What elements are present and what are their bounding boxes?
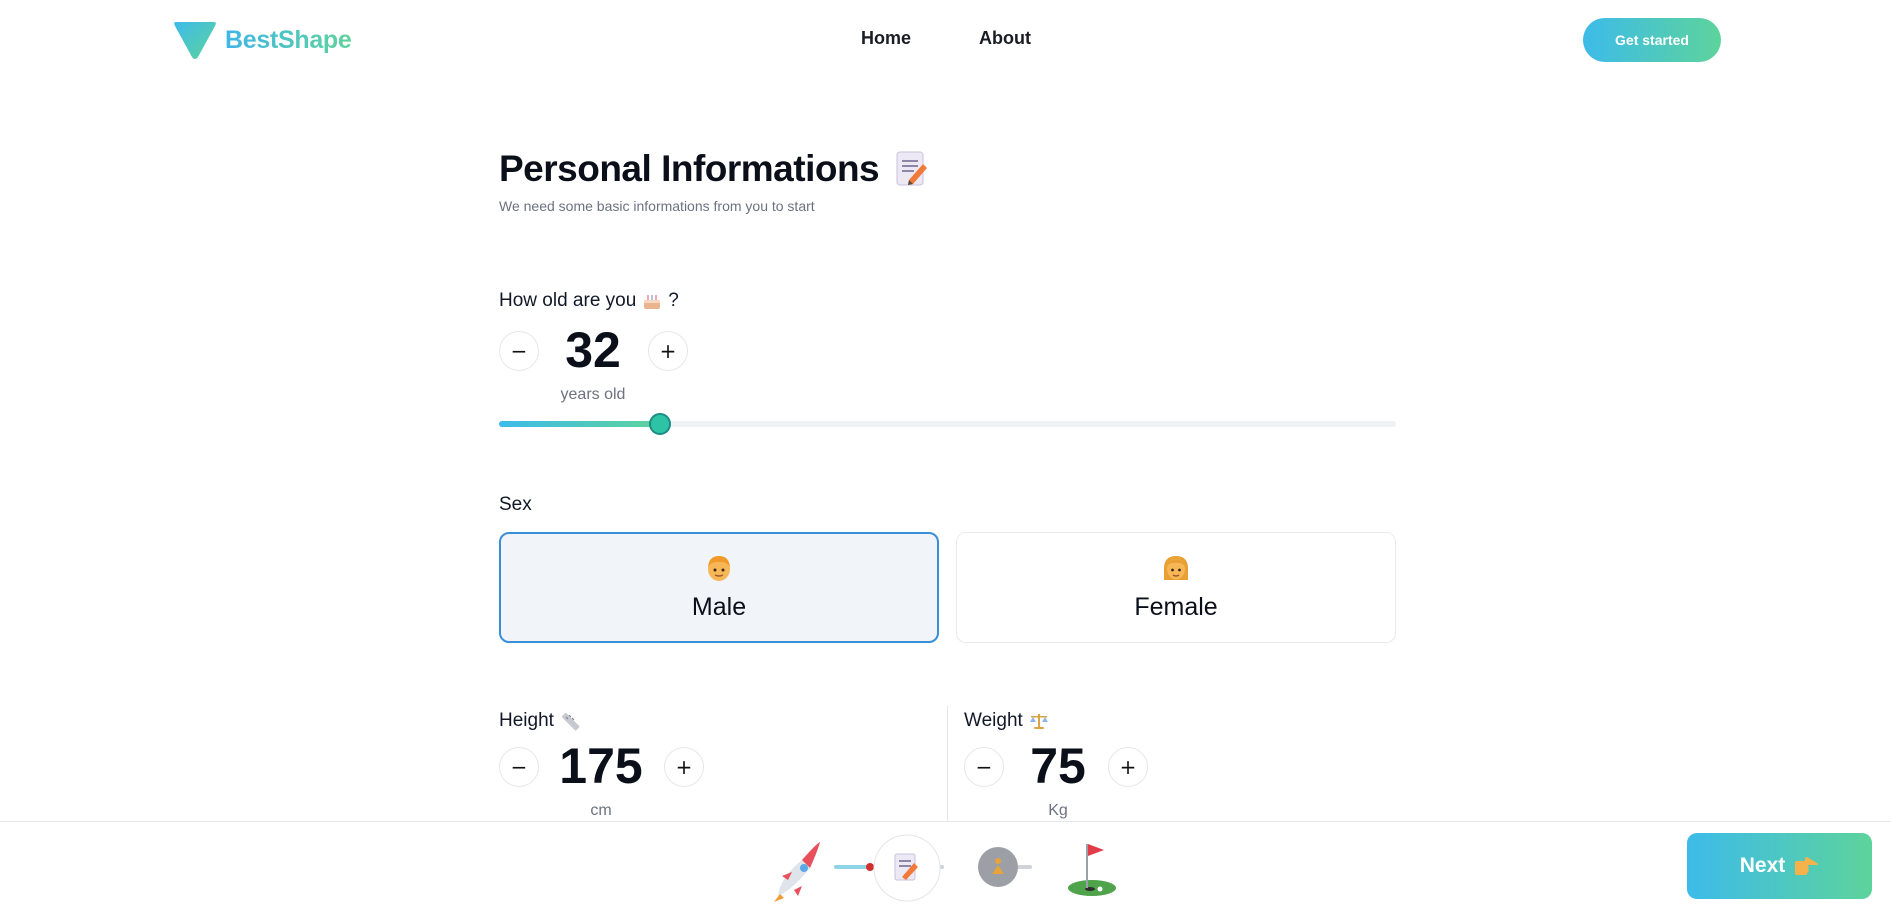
title-row: Personal Informations [499,148,929,190]
brand-logo[interactable]: BestShape [173,20,352,60]
height-value: 175 [559,738,643,794]
golf-flag-icon [1068,844,1116,896]
nav-about-link[interactable]: About [979,28,1031,49]
sex-option-female[interactable]: Female [956,532,1396,643]
pointing-hand-icon [1795,857,1819,875]
sex-option-female-label: Female [1134,593,1218,621]
nav-home-link[interactable]: Home [861,28,911,49]
triangle-logo-icon [174,22,216,59]
age-unit: years old [560,386,626,403]
weight-increment-button[interactable]: + [1108,747,1148,787]
page: BestShape Home About Get started Persona… [0,0,1891,905]
weight-label-text: Weight [964,710,1023,731]
height-weight-divider [947,706,948,826]
rocket-icon [774,842,820,902]
weight-decrement-button[interactable]: − [964,747,1004,787]
page-subtitle: We need some basic informations from you… [499,198,815,214]
age-label: How old are you ? [499,290,679,312]
weight-unit: Kg [1048,802,1068,819]
age-value: 32 [565,322,621,378]
age-slider-thumb[interactable] [649,413,672,435]
current-step-memo-icon [873,834,941,902]
brand-name: BestShape [225,25,352,54]
height-decrement-button[interactable]: − [499,747,539,787]
header: BestShape Home About Get started [0,0,1891,80]
balance-scale-icon [1029,714,1048,729]
age-slider-fill [499,421,661,427]
age-decrement-button[interactable]: − [499,331,539,371]
sex-label: Sex [499,494,532,516]
age-label-text: How old are you [499,290,637,311]
sex-option-male[interactable]: Male [499,532,939,643]
woman-face-icon [1163,556,1189,580]
weight-value: 75 [1030,738,1086,794]
birthday-cake-icon [644,295,661,309]
man-face-icon [708,556,730,581]
person-step-icon [978,847,1018,887]
height-label-text: Height [499,710,554,731]
memo-icon [896,151,928,186]
age-label-suffix: ? [668,290,679,311]
step-progress [774,834,1116,902]
ruler-icon [561,712,580,731]
main-nav: Home About [861,28,1031,49]
next-button-label: Next [1739,854,1786,877]
age-increment-button[interactable]: + [648,331,688,371]
next-button[interactable]: Next [1687,833,1872,899]
sex-label-text: Sex [499,494,532,515]
height-unit: cm [590,802,612,819]
sex-option-male-label: Male [691,593,747,621]
height-increment-button[interactable]: + [664,747,704,787]
age-slider[interactable] [499,413,1396,435]
weight-label: Weight [964,710,1049,732]
get-started-button[interactable]: Get started [1583,18,1721,62]
page-title: Personal Informations [499,148,880,189]
height-label: Height [499,710,580,732]
